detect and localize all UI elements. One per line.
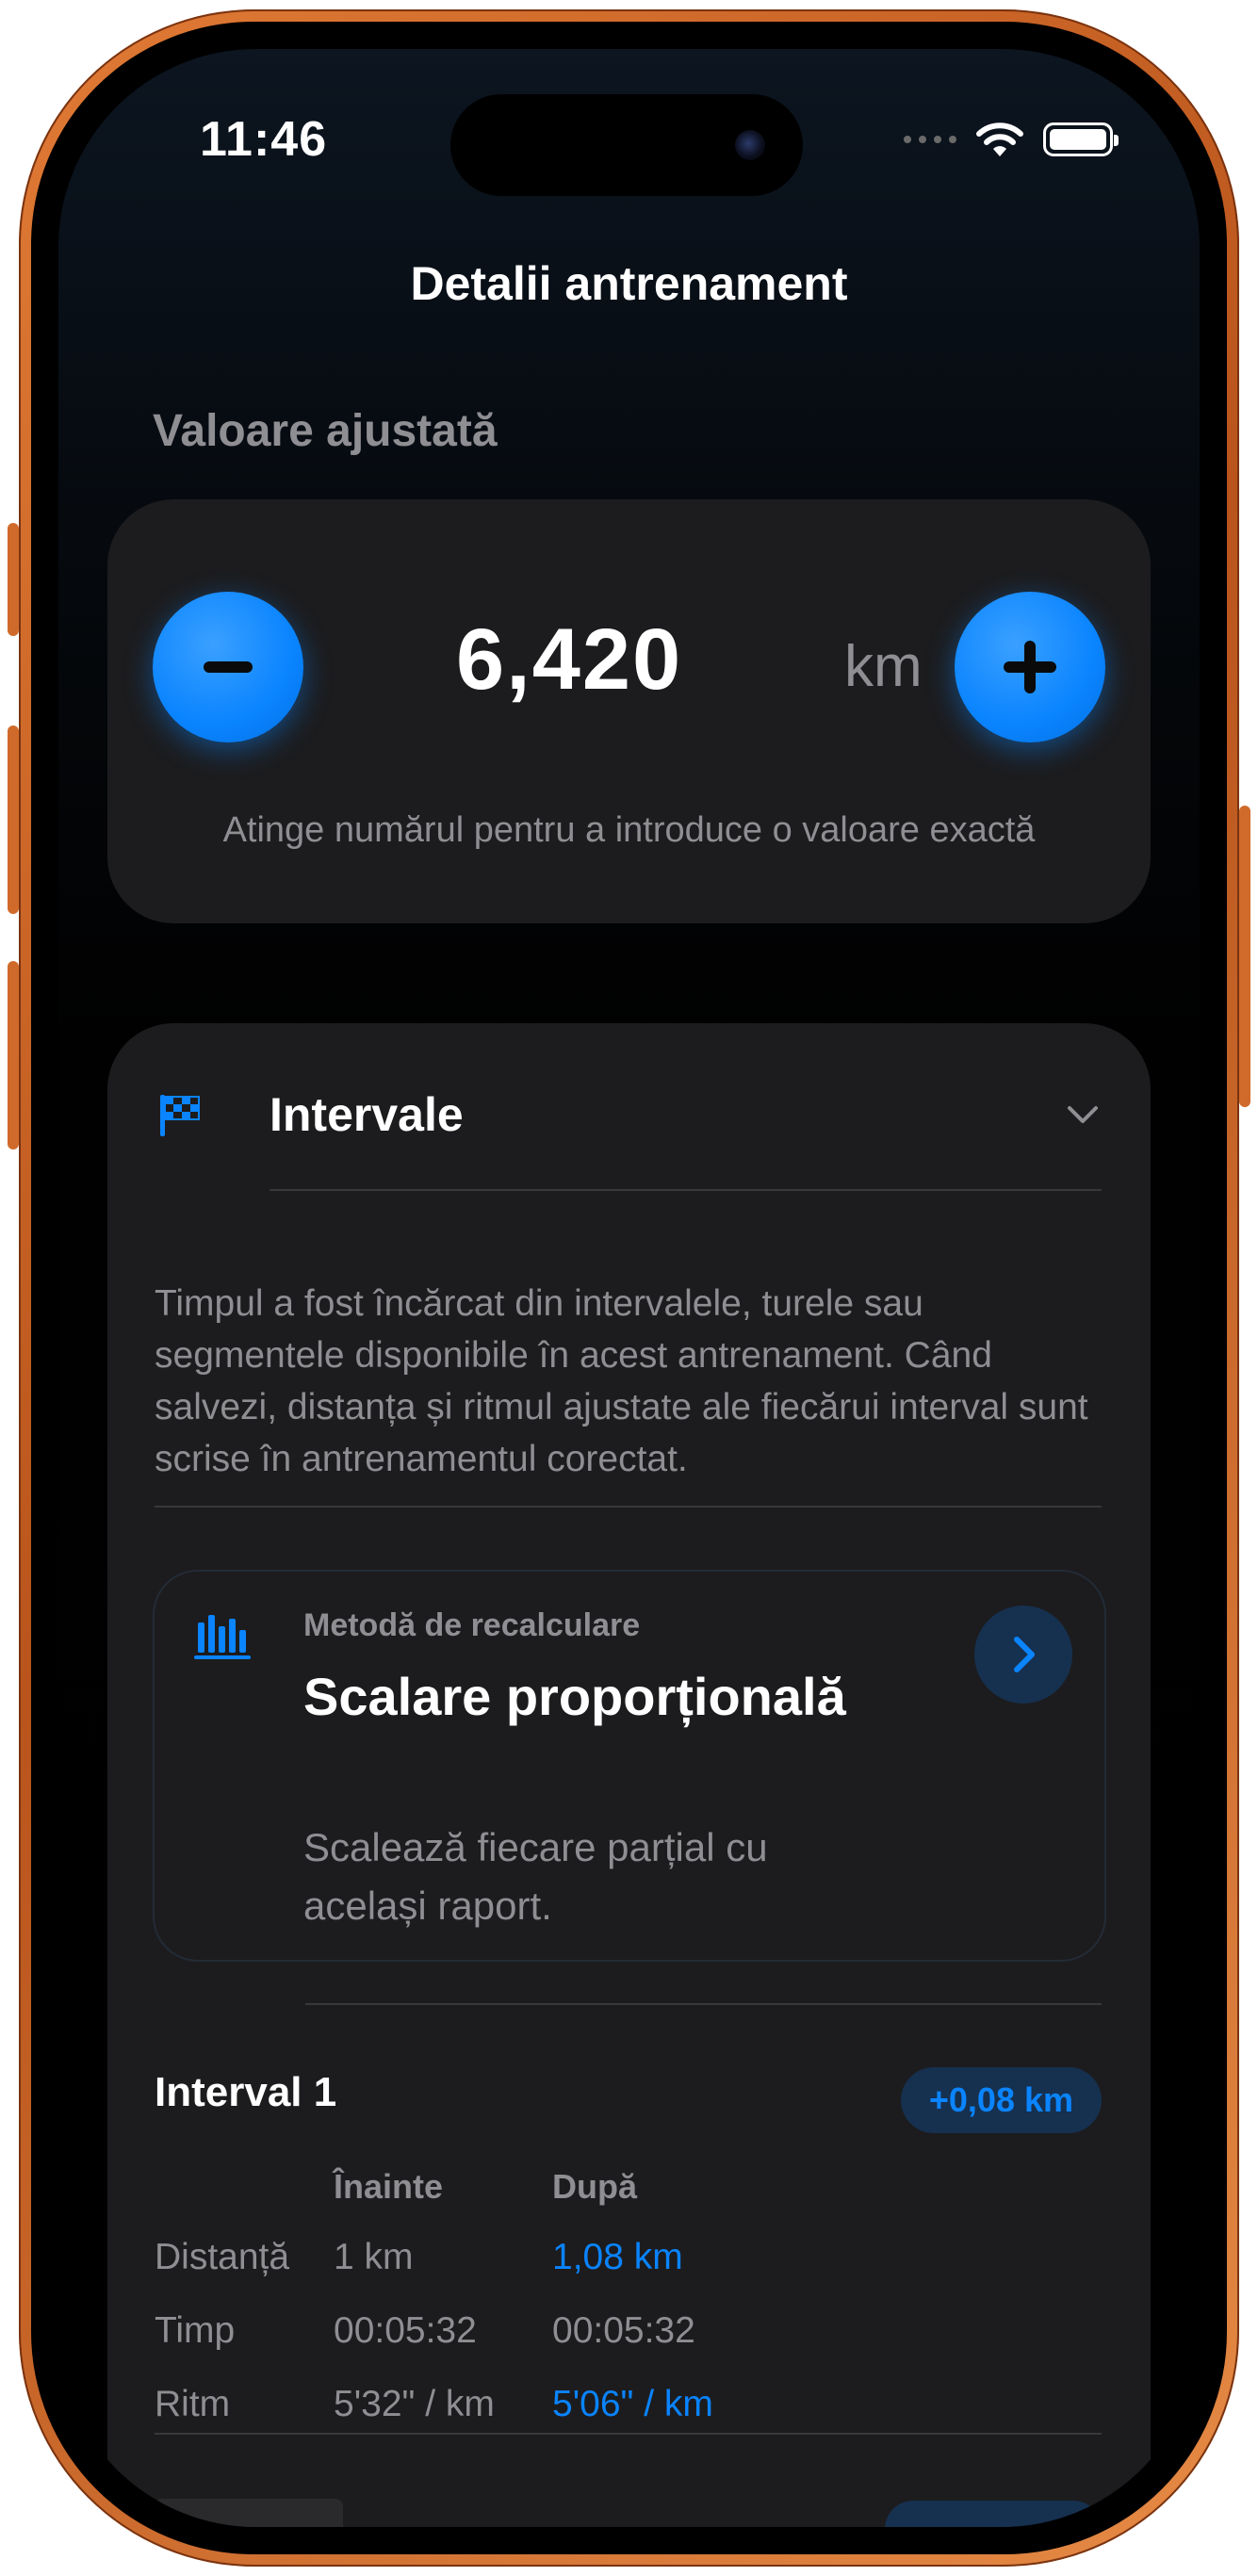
- column-header-before: Înainte: [334, 2167, 444, 2206]
- plus-icon: [1004, 641, 1056, 693]
- method-select-button[interactable]: [974, 1606, 1072, 1704]
- next-interval-badge-partial: [885, 2501, 1102, 2527]
- row-label-pace: Ritm: [155, 2384, 231, 2424]
- distance-value[interactable]: 6,420: [456, 611, 682, 709]
- intervals-title: Intervale: [270, 1088, 464, 1141]
- divider: [270, 1189, 1102, 1191]
- interval-name: Interval 1: [155, 2069, 337, 2115]
- cellular-dots-icon: [904, 136, 956, 143]
- distance-unit: km: [844, 634, 923, 699]
- distance-stepper-card: 6,420 km Atinge numărul pentru a introdu…: [107, 499, 1151, 923]
- recalculation-method-card[interactable]: Metodă de recalculare Scalare proporțion…: [153, 1570, 1106, 1962]
- page-title: Detalii antrenament: [410, 257, 848, 310]
- minus-icon: [204, 661, 253, 673]
- row-label-time: Timp: [155, 2310, 236, 2351]
- wifi-icon: [976, 122, 1023, 156]
- volume-down-button: [8, 961, 19, 1149]
- increase-button[interactable]: [955, 592, 1105, 742]
- battery-icon: [1043, 122, 1119, 156]
- interval-delta-badge: +0,08 km: [900, 2067, 1102, 2133]
- screen: 11:46 Detalii antrenament Valoare ajusta…: [58, 49, 1200, 2527]
- decrease-button[interactable]: [153, 592, 303, 742]
- method-label: Metodă de recalculare: [303, 1607, 641, 1643]
- checkered-flag-icon: [160, 1095, 200, 1136]
- divider: [155, 1506, 1102, 1508]
- adjusted-value-label: Valoare ajustată: [153, 406, 498, 456]
- front-camera-icon: [735, 130, 765, 160]
- status-time: 11:46: [200, 112, 328, 167]
- distance-after: 1,08 km: [552, 2237, 683, 2277]
- method-title: Scalare proporțională: [303, 1667, 846, 1726]
- chevron-down-icon[interactable]: [1064, 1101, 1102, 1129]
- stepper-hint: Atinge numărul pentru a introduce o valo…: [222, 810, 1036, 850]
- intervals-card: Intervale Timpul a fost încărcat din int…: [107, 1023, 1151, 2527]
- pace-before: 5'32" / km: [334, 2384, 495, 2424]
- column-header-after: După: [552, 2167, 637, 2206]
- time-after: 00:05:32: [552, 2310, 695, 2351]
- time-before: 00:05:32: [334, 2310, 477, 2351]
- intervals-description: Timpul a fost încărcat din intervalele, …: [155, 1283, 1088, 1479]
- distance-before: 1 km: [334, 2237, 414, 2277]
- dynamic-island: [450, 94, 803, 196]
- pace-after: 5'06" / km: [552, 2384, 713, 2424]
- next-interval-title-partial: [155, 2499, 343, 2527]
- status-indicators: [904, 121, 1119, 158]
- volume-up-button: [8, 726, 19, 914]
- action-button: [8, 523, 19, 636]
- power-button: [1239, 806, 1250, 1107]
- chevron-right-icon: [1014, 1637, 1035, 1672]
- row-label-distance: Distanță: [155, 2237, 290, 2277]
- method-subtitle: Scalează fiecare parțial cu același rapo…: [303, 1825, 768, 1928]
- bar-chart-icon: [194, 1615, 251, 1659]
- divider: [305, 2003, 1102, 2005]
- divider: [155, 2433, 1102, 2435]
